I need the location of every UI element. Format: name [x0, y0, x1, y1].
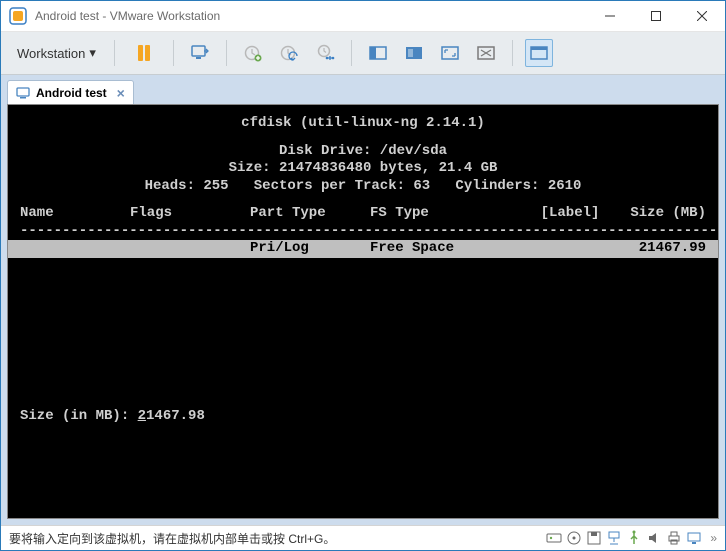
- separator: [512, 40, 513, 66]
- vm-tab-icon: [16, 86, 30, 100]
- col-flags: Flags: [130, 205, 250, 223]
- close-button[interactable]: [679, 1, 725, 31]
- view-multimon-button[interactable]: [400, 39, 428, 67]
- send-ctrl-alt-del-button[interactable]: [186, 39, 214, 67]
- col-part-type: Part Type: [250, 205, 370, 223]
- disk-drive-line: Disk Drive: /dev/sda: [8, 143, 718, 161]
- size-input-rest: 1467.98: [146, 408, 205, 424]
- col-size: Size (MB): [630, 205, 706, 223]
- col-name: Name: [20, 205, 130, 223]
- view-single-icon: [368, 43, 388, 63]
- snapshot-revert-button[interactable]: [275, 39, 303, 67]
- partition-row-selected: Pri/Log Free Space 21467.99: [8, 240, 718, 258]
- pause-icon: [138, 45, 150, 61]
- network-icon[interactable]: [606, 530, 622, 546]
- size-input-cursor: 2: [138, 408, 146, 424]
- usb-icon[interactable]: [626, 530, 642, 546]
- cell-label: [510, 240, 630, 258]
- divider-line: ----------------------------------------…: [8, 223, 718, 241]
- status-message: 要将输入定向到该虚拟机，请在虚拟机内部单击或按 Ctrl+G。: [9, 530, 546, 547]
- console-view-icon: [529, 43, 549, 63]
- separator: [114, 40, 115, 66]
- view-unity-button[interactable]: [472, 39, 500, 67]
- tray-chevron-icon[interactable]: »: [710, 531, 717, 545]
- col-fs-type: FS Type: [370, 205, 510, 223]
- titlebar: Android test - VMware Workstation: [1, 1, 725, 32]
- terminal-container: cfdisk (util-linux-ng 2.14.1) Disk Drive…: [1, 104, 725, 525]
- app-icon: [9, 7, 27, 25]
- dropdown-icon: ▾: [89, 45, 96, 61]
- separator: [226, 40, 227, 66]
- floppy-icon[interactable]: [586, 530, 602, 546]
- cd-icon[interactable]: [566, 530, 582, 546]
- tab-strip: Android test ×: [1, 75, 725, 104]
- hdd-icon[interactable]: [546, 530, 562, 546]
- minimize-button[interactable]: [587, 1, 633, 31]
- size-prompt-line: Size (in MB): 21467.98: [8, 408, 718, 426]
- monitor-send-icon: [190, 43, 210, 63]
- view-console-button[interactable]: [525, 39, 553, 67]
- separator: [173, 40, 174, 66]
- fullscreen-icon: [440, 43, 460, 63]
- snapshot-take-button[interactable]: [239, 39, 267, 67]
- disk-size-line: Size: 21474836480 bytes, 21.4 GB: [8, 160, 718, 178]
- cell-size: 21467.99: [630, 240, 706, 258]
- window-title: Android test - VMware Workstation: [35, 9, 587, 23]
- unity-icon: [476, 43, 496, 63]
- view-fullscreen-button[interactable]: [436, 39, 464, 67]
- printer-icon[interactable]: [666, 530, 682, 546]
- snapshot-manager-button[interactable]: [311, 39, 339, 67]
- tab-android-test[interactable]: Android test ×: [7, 80, 134, 104]
- pause-vm-button[interactable]: [127, 39, 161, 67]
- tab-close-button[interactable]: ×: [117, 85, 125, 101]
- cell-part-type: Pri/Log: [250, 240, 370, 258]
- clock-tree-icon: [315, 43, 335, 63]
- disk-geom-line: Heads: 255 Sectors per Track: 63 Cylinde…: [8, 178, 718, 196]
- display-icon[interactable]: [686, 530, 702, 546]
- sound-icon[interactable]: [646, 530, 662, 546]
- view-multimon-icon: [404, 43, 424, 63]
- terminal-screen[interactable]: cfdisk (util-linux-ng 2.14.1) Disk Drive…: [7, 104, 719, 519]
- column-header-row: Name Flags Part Type FS Type [Label] Siz…: [8, 205, 718, 223]
- toolbar: Workstation ▾: [1, 32, 725, 75]
- statusbar: 要将输入定向到该虚拟机，请在虚拟机内部单击或按 Ctrl+G。 »: [1, 525, 725, 550]
- cfdisk-title: cfdisk (util-linux-ng 2.14.1): [8, 115, 718, 133]
- separator: [351, 40, 352, 66]
- cell-flags: [130, 240, 250, 258]
- workstation-menu-label: Workstation: [17, 46, 85, 61]
- cell-fs-type: Free Space: [370, 240, 510, 258]
- device-tray: »: [546, 530, 717, 546]
- maximize-button[interactable]: [633, 1, 679, 31]
- workstation-menu-button[interactable]: Workstation ▾: [11, 41, 102, 65]
- cell-name: [20, 240, 130, 258]
- col-label: [Label]: [510, 205, 630, 223]
- size-prompt-label: Size (in MB):: [20, 408, 138, 424]
- tab-label: Android test: [36, 86, 107, 100]
- clock-plus-icon: [243, 43, 263, 63]
- clock-revert-icon: [279, 43, 299, 63]
- view-single-button[interactable]: [364, 39, 392, 67]
